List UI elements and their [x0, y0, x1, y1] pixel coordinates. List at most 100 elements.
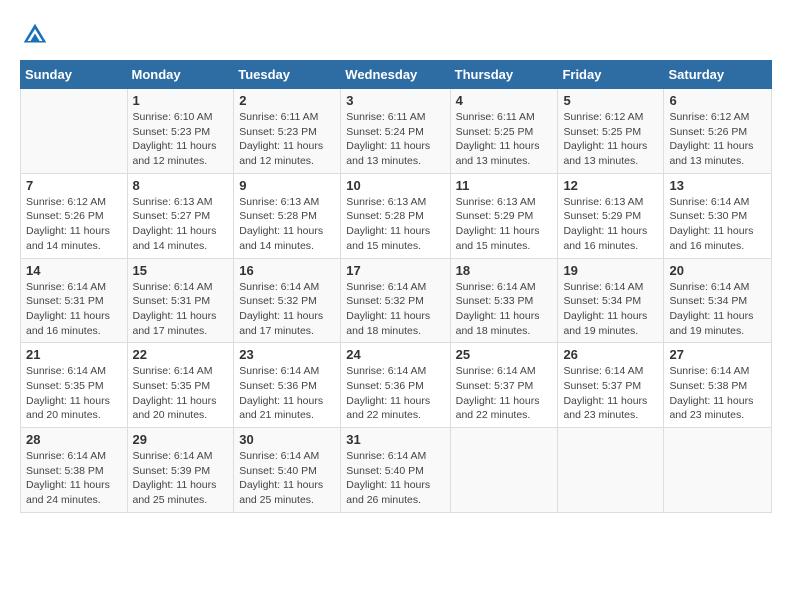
day-info: Sunrise: 6:12 AM Sunset: 5:25 PM Dayligh… — [563, 110, 658, 169]
calendar-cell: 14 Sunrise: 6:14 AM Sunset: 5:31 PM Dayli… — [21, 258, 128, 343]
header-wednesday: Wednesday — [341, 61, 450, 89]
logo-icon — [20, 20, 50, 50]
day-number: 6 — [669, 93, 766, 108]
calendar-cell: 25 Sunrise: 6:14 AM Sunset: 5:37 PM Dayli… — [450, 343, 558, 428]
day-number: 27 — [669, 347, 766, 362]
calendar-cell: 31 Sunrise: 6:14 AM Sunset: 5:40 PM Dayli… — [341, 428, 450, 513]
day-number: 17 — [346, 263, 444, 278]
day-info: Sunrise: 6:13 AM Sunset: 5:28 PM Dayligh… — [239, 195, 335, 254]
day-info: Sunrise: 6:12 AM Sunset: 5:26 PM Dayligh… — [26, 195, 122, 254]
calendar-cell: 3 Sunrise: 6:11 AM Sunset: 5:24 PM Daylig… — [341, 89, 450, 174]
calendar-cell: 19 Sunrise: 6:14 AM Sunset: 5:34 PM Dayli… — [558, 258, 664, 343]
day-info: Sunrise: 6:14 AM Sunset: 5:34 PM Dayligh… — [563, 280, 658, 339]
day-info: Sunrise: 6:14 AM Sunset: 5:37 PM Dayligh… — [563, 364, 658, 423]
day-info: Sunrise: 6:14 AM Sunset: 5:32 PM Dayligh… — [346, 280, 444, 339]
day-number: 22 — [133, 347, 229, 362]
calendar-cell: 20 Sunrise: 6:14 AM Sunset: 5:34 PM Dayli… — [664, 258, 772, 343]
calendar-cell: 10Sunrise: 6:13 AM Sunset: 5:28 PM Dayli… — [341, 173, 450, 258]
calendar-cell: 15 Sunrise: 6:14 AM Sunset: 5:31 PM Dayli… — [127, 258, 234, 343]
day-info: Sunrise: 6:14 AM Sunset: 5:35 PM Dayligh… — [133, 364, 229, 423]
calendar-cell: 17 Sunrise: 6:14 AM Sunset: 5:32 PM Dayli… — [341, 258, 450, 343]
day-info: Sunrise: 6:14 AM Sunset: 5:34 PM Dayligh… — [669, 280, 766, 339]
day-info: Sunrise: 6:13 AM Sunset: 5:29 PM Dayligh… — [563, 195, 658, 254]
header-saturday: Saturday — [664, 61, 772, 89]
day-info: Sunrise: 6:14 AM Sunset: 5:31 PM Dayligh… — [133, 280, 229, 339]
day-number: 25 — [456, 347, 553, 362]
calendar-cell: 28Sunrise: 6:14 AM Sunset: 5:38 PM Dayli… — [21, 428, 128, 513]
calendar-cell: 7 Sunrise: 6:12 AM Sunset: 5:26 PM Daylig… — [21, 173, 128, 258]
day-number: 31 — [346, 432, 444, 447]
calendar-cell: 22 Sunrise: 6:14 AM Sunset: 5:35 PM Dayli… — [127, 343, 234, 428]
day-info: Sunrise: 6:14 AM Sunset: 5:30 PM Dayligh… — [669, 195, 766, 254]
calendar-cell — [450, 428, 558, 513]
day-info: Sunrise: 6:14 AM Sunset: 5:36 PM Dayligh… — [239, 364, 335, 423]
calendar-week-row: 7 Sunrise: 6:12 AM Sunset: 5:26 PM Daylig… — [21, 173, 772, 258]
calendar-week-row: 28Sunrise: 6:14 AM Sunset: 5:38 PM Dayli… — [21, 428, 772, 513]
day-info: Sunrise: 6:14 AM Sunset: 5:36 PM Dayligh… — [346, 364, 444, 423]
day-number: 10 — [346, 178, 444, 193]
day-number: 21 — [26, 347, 122, 362]
day-info: Sunrise: 6:13 AM Sunset: 5:29 PM Dayligh… — [456, 195, 553, 254]
calendar-cell: 24 Sunrise: 6:14 AM Sunset: 5:36 PM Dayli… — [341, 343, 450, 428]
day-number: 5 — [563, 93, 658, 108]
calendar-table: SundayMondayTuesdayWednesdayThursdayFrid… — [20, 60, 772, 513]
day-number: 7 — [26, 178, 122, 193]
calendar-cell — [21, 89, 128, 174]
day-number: 2 — [239, 93, 335, 108]
day-info: Sunrise: 6:14 AM Sunset: 5:35 PM Dayligh… — [26, 364, 122, 423]
day-number: 11 — [456, 178, 553, 193]
calendar-cell: 27Sunrise: 6:14 AM Sunset: 5:38 PM Dayli… — [664, 343, 772, 428]
calendar-cell: 26Sunrise: 6:14 AM Sunset: 5:37 PM Dayli… — [558, 343, 664, 428]
day-number: 8 — [133, 178, 229, 193]
day-number: 30 — [239, 432, 335, 447]
calendar-cell: 16Sunrise: 6:14 AM Sunset: 5:32 PM Dayli… — [234, 258, 341, 343]
calendar-cell: 4 Sunrise: 6:11 AM Sunset: 5:25 PM Daylig… — [450, 89, 558, 174]
calendar-cell: 9 Sunrise: 6:13 AM Sunset: 5:28 PM Daylig… — [234, 173, 341, 258]
day-info: Sunrise: 6:12 AM Sunset: 5:26 PM Dayligh… — [669, 110, 766, 169]
calendar-cell: 12 Sunrise: 6:13 AM Sunset: 5:29 PM Dayli… — [558, 173, 664, 258]
day-info: Sunrise: 6:14 AM Sunset: 5:31 PM Dayligh… — [26, 280, 122, 339]
day-info: Sunrise: 6:14 AM Sunset: 5:38 PM Dayligh… — [26, 449, 122, 508]
header-tuesday: Tuesday — [234, 61, 341, 89]
calendar-cell: 8 Sunrise: 6:13 AM Sunset: 5:27 PM Daylig… — [127, 173, 234, 258]
day-info: Sunrise: 6:10 AM Sunset: 5:23 PM Dayligh… — [133, 110, 229, 169]
header-friday: Friday — [558, 61, 664, 89]
calendar-cell: 29Sunrise: 6:14 AM Sunset: 5:39 PM Dayli… — [127, 428, 234, 513]
day-info: Sunrise: 6:14 AM Sunset: 5:40 PM Dayligh… — [239, 449, 335, 508]
day-number: 14 — [26, 263, 122, 278]
calendar-cell: 30 Sunrise: 6:14 AM Sunset: 5:40 PM Dayli… — [234, 428, 341, 513]
calendar-cell — [558, 428, 664, 513]
day-number: 13 — [669, 178, 766, 193]
logo — [20, 20, 54, 50]
day-info: Sunrise: 6:14 AM Sunset: 5:37 PM Dayligh… — [456, 364, 553, 423]
header-sunday: Sunday — [21, 61, 128, 89]
day-number: 15 — [133, 263, 229, 278]
day-number: 24 — [346, 347, 444, 362]
day-info: Sunrise: 6:13 AM Sunset: 5:27 PM Dayligh… — [133, 195, 229, 254]
calendar-cell: 5 Sunrise: 6:12 AM Sunset: 5:25 PM Daylig… — [558, 89, 664, 174]
calendar-cell: 21 Sunrise: 6:14 AM Sunset: 5:35 PM Dayli… — [21, 343, 128, 428]
calendar-cell: 1 Sunrise: 6:10 AM Sunset: 5:23 PM Daylig… — [127, 89, 234, 174]
day-info: Sunrise: 6:14 AM Sunset: 5:32 PM Dayligh… — [239, 280, 335, 339]
day-number: 20 — [669, 263, 766, 278]
calendar-cell: 11 Sunrise: 6:13 AM Sunset: 5:29 PM Dayli… — [450, 173, 558, 258]
day-info: Sunrise: 6:11 AM Sunset: 5:24 PM Dayligh… — [346, 110, 444, 169]
day-number: 12 — [563, 178, 658, 193]
calendar-week-row: 1 Sunrise: 6:10 AM Sunset: 5:23 PM Daylig… — [21, 89, 772, 174]
calendar-week-row: 21 Sunrise: 6:14 AM Sunset: 5:35 PM Dayli… — [21, 343, 772, 428]
day-info: Sunrise: 6:14 AM Sunset: 5:40 PM Dayligh… — [346, 449, 444, 508]
day-number: 1 — [133, 93, 229, 108]
calendar-cell: 18Sunrise: 6:14 AM Sunset: 5:33 PM Dayli… — [450, 258, 558, 343]
calendar-cell: 6 Sunrise: 6:12 AM Sunset: 5:26 PM Daylig… — [664, 89, 772, 174]
header-thursday: Thursday — [450, 61, 558, 89]
calendar-cell: 2 Sunrise: 6:11 AM Sunset: 5:23 PM Daylig… — [234, 89, 341, 174]
day-number: 19 — [563, 263, 658, 278]
day-number: 23 — [239, 347, 335, 362]
calendar-week-row: 14 Sunrise: 6:14 AM Sunset: 5:31 PM Dayli… — [21, 258, 772, 343]
day-number: 9 — [239, 178, 335, 193]
day-info: Sunrise: 6:14 AM Sunset: 5:39 PM Dayligh… — [133, 449, 229, 508]
day-number: 3 — [346, 93, 444, 108]
day-info: Sunrise: 6:11 AM Sunset: 5:25 PM Dayligh… — [456, 110, 553, 169]
day-info: Sunrise: 6:11 AM Sunset: 5:23 PM Dayligh… — [239, 110, 335, 169]
day-number: 4 — [456, 93, 553, 108]
